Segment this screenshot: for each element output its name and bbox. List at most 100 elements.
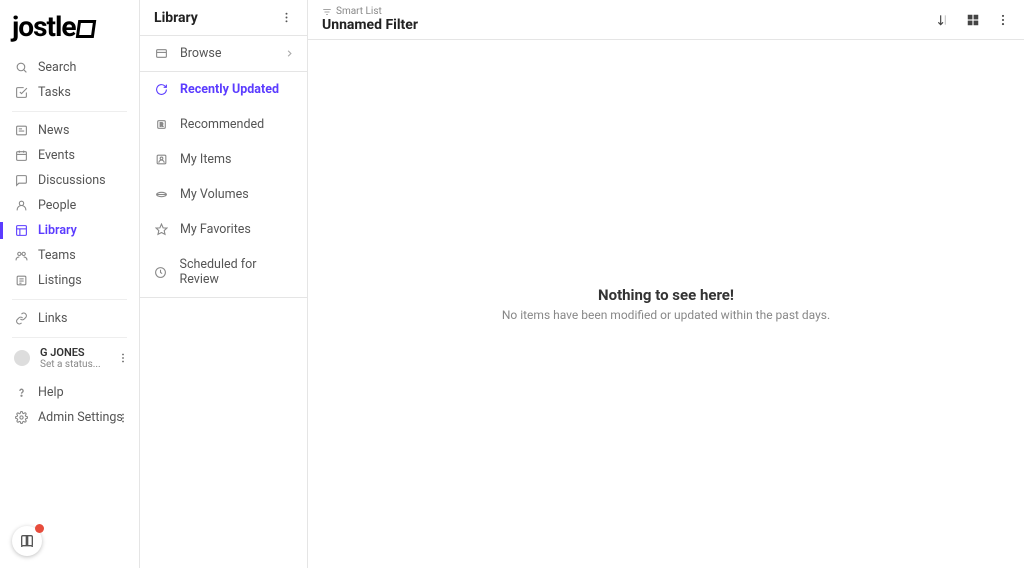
library-browse[interactable]: Browse [140,36,307,72]
grid-icon [966,13,980,27]
nav-people[interactable]: People [0,193,139,218]
nav-section-top: Search Tasks [0,51,139,109]
book-icon [19,533,35,549]
library-my-items[interactable]: My Items [140,142,307,177]
library-my-favorites-label: My Favorites [180,222,251,237]
nav-discussions-label: Discussions [38,173,106,188]
nav-events[interactable]: Events [0,143,139,168]
nav-section-bottom: Help Admin Settings [0,376,139,434]
nav-listings-label: Listings [38,273,82,288]
main-header-right [936,13,1010,27]
library-my-favorites[interactable]: My Favorites [140,212,307,247]
chevron-right-icon [284,48,295,59]
library-my-volumes[interactable]: My Volumes [140,177,307,212]
nav-admin-label: Admin Settings [38,410,123,425]
user-status: Set a status... [40,359,101,370]
nav-news[interactable]: News [0,118,139,143]
avatar [14,350,30,366]
teams-icon [14,249,28,263]
library-my-volumes-label: My Volumes [180,187,249,202]
user-name: G JONES [40,346,101,359]
sort-icon [936,13,950,27]
more-vertical-icon [996,13,1010,27]
star-icon [154,223,168,237]
sort-button[interactable] [936,13,950,27]
gear-icon [14,411,28,425]
more-vertical-icon [280,11,293,24]
empty-state-title: Nothing to see here! [598,286,734,304]
logo-text: jostle [12,10,75,43]
library-panel-title: Library [154,10,198,26]
nav-admin-settings[interactable]: Admin Settings [0,405,139,430]
svg-text:R: R [159,123,163,129]
library-panel: Library Browse Recently Updated R Recomm… [140,0,308,568]
library-browse-label: Browse [180,46,222,61]
help-icon [14,386,28,400]
admin-more-button[interactable] [117,412,129,424]
nav-search[interactable]: Search [0,55,139,80]
people-icon [14,199,28,213]
nav-separator [12,111,127,112]
smart-list-icon [322,7,332,17]
nav-help[interactable]: Help [0,380,139,405]
library-my-items-label: My Items [180,152,231,167]
library-scheduled-review-label: Scheduled for Review [180,257,295,287]
chat-button[interactable] [12,526,42,556]
discussions-icon [14,174,28,188]
nav-search-label: Search [38,60,76,75]
library-recently-updated-label: Recently Updated [180,82,279,97]
main-content: Smart List Unnamed Filter Nothing to see… [308,0,1024,568]
my-items-icon [154,153,168,167]
nav-section-links: Links [0,302,139,335]
library-panel-header: Library [140,0,307,36]
smart-list-label: Smart List [322,6,418,17]
nav-help-label: Help [38,385,64,400]
nav-people-label: People [38,198,76,213]
empty-state-subtitle: No items have been modified or updated w… [502,308,830,322]
nav-news-label: News [38,123,69,138]
nav-tasks-label: Tasks [38,85,71,100]
main-header-left: Smart List Unnamed Filter [322,6,418,33]
library-recommended-label: Recommended [180,117,264,132]
search-icon [14,61,28,75]
library-scheduled-review[interactable]: Scheduled for Review [140,247,307,298]
main-more-button[interactable] [996,13,1010,27]
nav-teams[interactable]: Teams [0,243,139,268]
refresh-icon [154,83,168,97]
nav-events-label: Events [38,148,75,163]
nav-tasks[interactable]: Tasks [0,80,139,105]
library-icon [14,224,28,238]
nav-listings[interactable]: Listings [0,268,139,293]
nav-links[interactable]: Links [0,306,139,331]
library-more-button[interactable] [278,9,295,26]
more-vertical-icon [117,352,129,364]
calendar-icon [14,149,28,163]
nav-library[interactable]: Library [0,218,139,243]
library-recommended[interactable]: R Recommended [140,107,307,142]
browse-icon [154,47,168,61]
nav-teams-label: Teams [38,248,76,263]
nav-section-main: News Events Discussions People Library [0,114,139,297]
library-recently-updated[interactable]: Recently Updated [140,72,307,107]
main-header: Smart List Unnamed Filter [308,0,1024,40]
link-icon [14,312,28,326]
grid-view-button[interactable] [966,13,980,27]
more-vertical-icon [117,412,129,424]
listings-icon [14,274,28,288]
nav-discussions[interactable]: Discussions [0,168,139,193]
volumes-icon [154,188,168,202]
user-block[interactable]: G JONES Set a status... [0,340,139,376]
notification-dot-icon [35,524,44,533]
news-icon [14,124,28,138]
recommended-icon: R [154,118,168,132]
bottom-chat [12,526,42,556]
nav-library-label: Library [38,223,77,238]
logo-square-icon [76,20,97,38]
tasks-icon [14,86,28,100]
nav-separator [12,299,127,300]
logo[interactable]: jostle [0,0,139,51]
leftnav: jostle Search Tasks News E [0,0,140,568]
user-more-button[interactable] [117,352,129,364]
nav-separator [12,337,127,338]
nav-links-label: Links [38,311,67,326]
